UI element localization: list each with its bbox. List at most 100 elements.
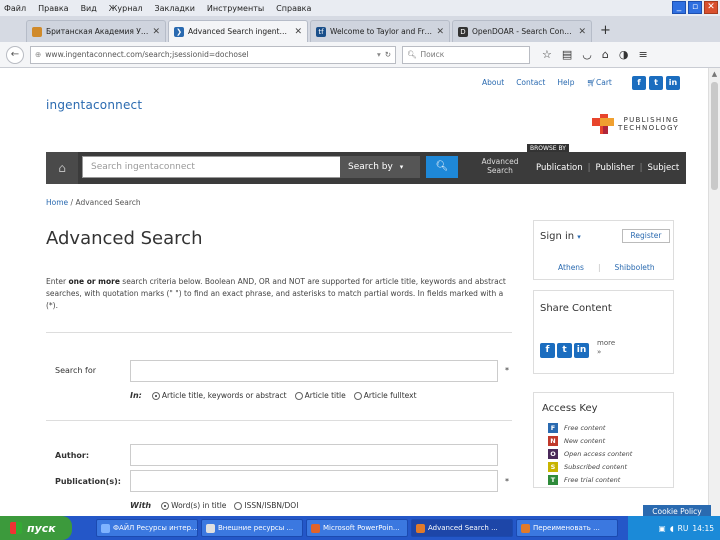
- tab-opendoar[interactable]: D OpenDOAR - Search Content ✕: [452, 20, 592, 42]
- taskbar-item[interactable]: Microsoft PowerPoin...: [306, 519, 408, 537]
- advanced-search-link[interactable]: Advanced Search: [478, 157, 522, 175]
- cart-icon: 🛒︎: [586, 78, 597, 87]
- twitter-icon[interactable]: t: [649, 76, 663, 90]
- menu-edit[interactable]: Правка: [38, 4, 68, 13]
- minimize-button[interactable]: _: [672, 1, 686, 14]
- linkedin-icon[interactable]: in: [666, 76, 680, 90]
- browser-search-box[interactable]: 🔍︎ Поиск: [402, 45, 530, 64]
- access-key-label: Open access content: [564, 450, 633, 458]
- menu-tools[interactable]: Инструменты: [207, 4, 264, 13]
- tab-favicon: ❯: [174, 26, 184, 37]
- close-tab-icon[interactable]: ✕: [578, 27, 586, 37]
- shibboleth-link[interactable]: Shibboleth: [615, 263, 655, 272]
- ingentaconnect-logo[interactable]: ingentaconnect: [46, 98, 142, 112]
- pocket-icon[interactable]: ◡: [582, 48, 592, 61]
- tab-advanced-search[interactable]: ❯ Advanced Search ingentaco... ✕: [168, 20, 308, 42]
- menu-file[interactable]: Файл: [4, 4, 26, 13]
- volume-icon[interactable]: ◖: [670, 524, 674, 533]
- bookmarks-list-icon[interactable]: ▤: [562, 48, 572, 61]
- tab-title: Британская Академия Уни...: [46, 27, 149, 36]
- radio-words-in-title[interactable]: Word(s) in title: [161, 501, 226, 510]
- search-submit-button[interactable]: 🔍︎: [426, 156, 458, 178]
- cart-link[interactable]: 🛒︎Cart: [586, 78, 611, 87]
- share-content-box: Share Content f t in more »: [533, 290, 674, 374]
- scroll-up-icon[interactable]: ▲: [709, 68, 720, 80]
- contact-link[interactable]: Contact: [516, 78, 545, 87]
- language-indicator[interactable]: RU: [678, 524, 689, 533]
- signin-dropdown[interactable]: Sign in ▾: [540, 231, 581, 242]
- linkedin-icon[interactable]: in: [574, 343, 589, 358]
- browse-publication-link[interactable]: Publication: [536, 163, 583, 173]
- radio-label: Article title: [304, 391, 346, 400]
- search-for-input[interactable]: [130, 360, 498, 382]
- social-links: f t in: [632, 76, 680, 90]
- breadcrumb-home-link[interactable]: Home: [46, 198, 68, 207]
- taskbar-item-label: Microsoft PowerPoin...: [323, 524, 400, 532]
- taskbar-item-label: ФАЙЛ Ресурсы интер...: [113, 524, 198, 532]
- radio-circle: [294, 391, 303, 400]
- register-button[interactable]: Register: [622, 229, 670, 243]
- taskbar-item[interactable]: ФАЙЛ Ресурсы интер...: [96, 519, 198, 537]
- radio-article-title[interactable]: Article title: [294, 391, 346, 400]
- menu-history[interactable]: Журнал: [109, 4, 143, 13]
- menu-view[interactable]: Вид: [81, 4, 97, 13]
- author-input[interactable]: [130, 444, 498, 466]
- help-link[interactable]: Help: [557, 78, 574, 87]
- search-instructions: Enter one or more search criteria below.…: [46, 276, 512, 312]
- new-tab-button[interactable]: +: [594, 23, 617, 42]
- network-icon[interactable]: ▣: [659, 524, 666, 533]
- radio-article-fulltext[interactable]: Article fulltext: [353, 391, 417, 400]
- taskbar-tasks: ФАЙЛ Ресурсы интер... Внешние ресурсы ..…: [96, 519, 618, 537]
- tab-british-academy[interactable]: Британская Академия Уни... ✕: [26, 20, 166, 42]
- cart-label: Cart: [596, 78, 612, 87]
- publishing-technology-logo[interactable]: PUBLISHING TECHNOLOGY: [592, 114, 679, 134]
- sync-icon[interactable]: ◑: [619, 48, 629, 61]
- chevron-down-icon: ▾: [577, 233, 581, 241]
- menu-help[interactable]: Справка: [276, 4, 311, 13]
- home-icon[interactable]: ⌂: [46, 152, 78, 184]
- publication-input[interactable]: [130, 470, 498, 492]
- close-tab-icon[interactable]: ✕: [294, 27, 302, 37]
- dropdown-arrow-icon[interactable]: ▾: [377, 50, 381, 59]
- windows-taskbar: пуск ФАЙЛ Ресурсы интер... Внешние ресур…: [0, 516, 720, 540]
- close-window-button[interactable]: ✕: [704, 1, 718, 14]
- reload-icon[interactable]: ↻: [385, 50, 391, 59]
- vertical-scrollbar[interactable]: ▲: [708, 68, 720, 516]
- close-tab-icon[interactable]: ✕: [436, 27, 444, 37]
- scrollbar-thumb[interactable]: [711, 82, 718, 190]
- taskbar-item[interactable]: Внешние ресурсы ...: [201, 519, 303, 537]
- site-info-icon[interactable]: ⊕: [35, 50, 41, 59]
- radio-circle: [234, 501, 243, 510]
- browse-subject-link[interactable]: Subject: [647, 163, 679, 173]
- divider: [46, 420, 512, 421]
- firefox-icon: [416, 523, 425, 533]
- home-icon[interactable]: ⌂: [602, 48, 609, 61]
- bookmark-star-icon[interactable]: ☆: [542, 48, 552, 61]
- search-by-dropdown[interactable]: Search by ▾: [340, 156, 420, 178]
- radio-title-keywords-abstract[interactable]: Article title, keywords or abstract: [151, 391, 287, 400]
- back-button[interactable]: ←: [6, 45, 24, 64]
- about-link[interactable]: About: [482, 78, 504, 87]
- radio-issn-isbn-doi[interactable]: ISSN/ISBN/DOI: [234, 501, 298, 510]
- facebook-icon[interactable]: f: [632, 76, 646, 90]
- radio-circle: [353, 391, 362, 400]
- start-button[interactable]: пуск: [0, 516, 72, 540]
- folder-icon: [101, 523, 110, 533]
- author-label: Author:: [55, 451, 90, 460]
- menu-bookmarks[interactable]: Закладки: [154, 4, 194, 13]
- address-bar[interactable]: ⊕ www.ingentaconnect.com/search;jsession…: [30, 45, 396, 64]
- taskbar-item[interactable]: Advanced Search ...: [411, 519, 513, 537]
- access-key-item: N New content: [548, 436, 605, 446]
- more-share-link[interactable]: more »: [597, 339, 615, 357]
- maximize-button[interactable]: ▫: [688, 1, 702, 14]
- hamburger-menu-icon[interactable]: ≡: [638, 48, 647, 61]
- taskbar-item-label: Переименовать ...: [533, 524, 600, 532]
- close-tab-icon[interactable]: ✕: [152, 27, 160, 37]
- twitter-icon[interactable]: t: [557, 343, 572, 358]
- browse-publisher-link[interactable]: Publisher: [596, 163, 635, 173]
- athens-link[interactable]: Athens: [558, 263, 584, 272]
- facebook-icon[interactable]: f: [540, 343, 555, 358]
- tab-taylor-francis[interactable]: tf Welcome to Taylor and Francis O... ✕: [310, 20, 450, 42]
- site-search-input[interactable]: Search ingentaconnect: [82, 156, 376, 178]
- taskbar-item[interactable]: Переименовать ...: [516, 519, 618, 537]
